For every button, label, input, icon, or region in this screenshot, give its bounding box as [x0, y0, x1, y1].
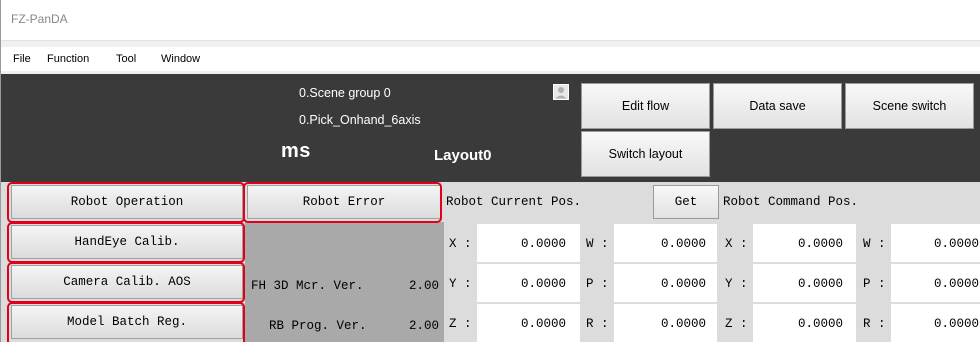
current-p-value: 0.0000 — [661, 277, 707, 291]
command-p-label: P : — [863, 277, 886, 291]
edit-flow-button[interactable]: Edit flow — [581, 83, 710, 129]
current-p-label: P : — [586, 277, 609, 291]
command-z-value: 0.0000 — [798, 317, 844, 331]
rb-prog-version-value: 2.00 — [409, 319, 440, 333]
current-w-label: W : — [586, 237, 609, 251]
command-x-value: 0.0000 — [798, 237, 844, 251]
current-x-label: X : — [449, 237, 472, 251]
app-window: FZ-PanDA File Function Tool Window 0.Sce… — [0, 0, 980, 342]
command-y-value: 0.0000 — [798, 277, 844, 291]
command-z-label: Z : — [725, 317, 748, 331]
window-title: FZ-PanDA — [11, 12, 68, 26]
current-z-label: Z : — [449, 317, 472, 331]
data-save-button[interactable]: Data save — [713, 83, 842, 129]
rb-prog-version-label: RB Prog. Ver. — [269, 319, 367, 333]
handeye-calib-button[interactable]: HandEye Calib. — [11, 225, 243, 259]
fh3d-version-value: 2.00 — [409, 279, 440, 293]
layout-label: Layout0 — [434, 147, 492, 164]
robot-error-button[interactable]: Robot Error — [247, 185, 441, 219]
current-y-value: 0.0000 — [521, 277, 567, 291]
command-w-label: W : — [863, 237, 886, 251]
command-p-value: 0.0000 — [934, 277, 980, 291]
user-icon[interactable] — [553, 84, 569, 100]
command-r-value: 0.0000 — [934, 317, 980, 331]
scene-switch-button[interactable]: Scene switch — [845, 83, 974, 129]
scene-name-label: 0.Pick_Onhand_6axis — [299, 113, 421, 127]
fh3d-version-label: FH 3D Mcr. Ver. — [251, 279, 364, 293]
scene-group-label: 0.Scene group 0 — [299, 86, 391, 100]
menu-function[interactable]: Function — [47, 53, 89, 65]
command-r-label: R : — [863, 317, 886, 331]
robot-operation-button[interactable]: Robot Operation — [11, 185, 243, 219]
current-pos-title: Robot Current Pos. — [446, 195, 582, 209]
current-x-value: 0.0000 — [521, 237, 567, 251]
switch-layout-button[interactable]: Switch layout — [581, 131, 710, 177]
menu-bar: File Function Tool Window — [1, 47, 980, 71]
ms-label: ms — [281, 140, 311, 162]
current-r-label: R : — [586, 317, 609, 331]
camera-calib-aos-button[interactable]: Camera Calib. AOS — [11, 265, 243, 299]
command-pos-title: Robot Command Pos. — [723, 195, 859, 209]
menu-window[interactable]: Window — [161, 53, 200, 65]
get-button[interactable]: Get — [653, 185, 719, 219]
menu-file[interactable]: File — [13, 53, 31, 65]
current-r-value: 0.0000 — [661, 317, 707, 331]
model-batch-reg-button[interactable]: Model Batch Reg. — [11, 305, 243, 339]
menu-tool[interactable]: Tool — [116, 53, 136, 65]
command-w-value: 0.0000 — [934, 237, 980, 251]
current-w-value: 0.0000 — [661, 237, 707, 251]
current-y-label: Y : — [449, 277, 472, 291]
title-bar: FZ-PanDA — [1, 0, 980, 41]
command-x-label: X : — [725, 237, 748, 251]
command-y-label: Y : — [725, 277, 748, 291]
current-z-value: 0.0000 — [521, 317, 567, 331]
